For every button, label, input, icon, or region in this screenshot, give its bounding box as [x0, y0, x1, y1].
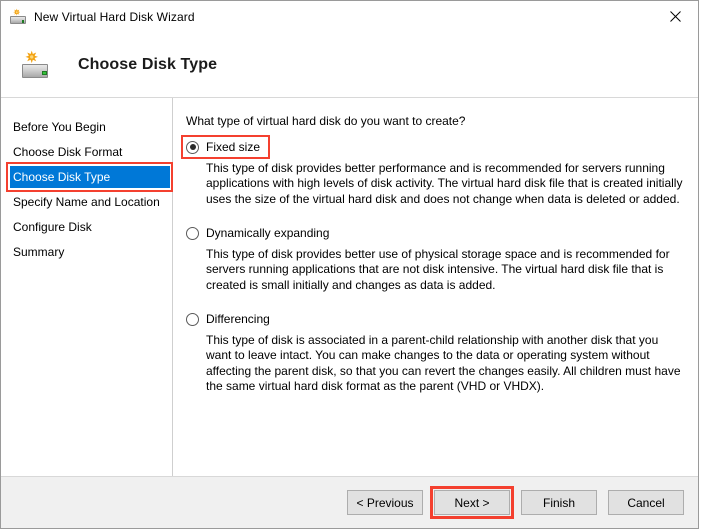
- sidebar-item-configure-disk[interactable]: Configure Disk: [1, 216, 172, 238]
- option-description: This type of disk provides better perfor…: [206, 160, 683, 206]
- page-header: Choose Disk Type: [1, 32, 698, 98]
- sidebar-item-specify-name-and-location[interactable]: Specify Name and Location: [1, 191, 172, 213]
- option-description: This type of disk is associated in a par…: [206, 332, 681, 394]
- page-title: Choose Disk Type: [78, 55, 218, 73]
- hard-disk-new-icon: [9, 8, 27, 26]
- sidebar-item-label: Specify Name and Location: [13, 195, 160, 209]
- sparkle-icon: [12, 8, 21, 16]
- sidebar-item-before-you-begin[interactable]: Before You Begin: [1, 116, 172, 138]
- option-description: This type of disk provides better use of…: [206, 246, 670, 292]
- button-bar: < Previous Next > Finish Cancel: [1, 476, 698, 528]
- sidebar-item-label: Before You Begin: [13, 120, 106, 134]
- radio-button-icon: [186, 226, 199, 240]
- window-title: New Virtual Hard Disk Wizard: [34, 9, 195, 24]
- radio-dynamically-expanding[interactable]: Dynamically expanding: [186, 225, 332, 241]
- button-label: Cancel: [627, 495, 665, 510]
- sparkle-icon: [25, 50, 39, 64]
- button-label: < Previous: [356, 495, 414, 510]
- sidebar-item-label: Summary: [13, 245, 65, 259]
- sidebar-item-label: Choose Disk Format: [13, 145, 123, 159]
- button-label: Finish: [542, 495, 575, 510]
- wizard-step-nav: Before You Begin Choose Disk Format Choo…: [1, 98, 173, 476]
- radio-fixed-size[interactable]: Fixed size: [180, 135, 271, 159]
- content-panel: What type of virtual hard disk do you wa…: [173, 98, 698, 476]
- option-label: Differencing: [206, 312, 270, 326]
- sidebar-item-label: Choose Disk Type: [13, 170, 111, 184]
- title-bar: New Virtual Hard Disk Wizard: [1, 1, 698, 32]
- option-label: Dynamically expanding: [206, 226, 330, 240]
- radio-button-icon: [186, 312, 199, 326]
- button-label: Next >: [454, 495, 490, 510]
- disk-led-icon: [41, 71, 47, 76]
- wizard-window: New Virtual Hard Disk Wizard Choose Disk…: [0, 0, 699, 529]
- previous-button[interactable]: < Previous: [347, 490, 423, 515]
- sidebar-item-choose-disk-format[interactable]: Choose Disk Format: [1, 141, 172, 163]
- close-button[interactable]: [653, 1, 698, 31]
- question-text: What type of virtual hard disk do you wa…: [186, 114, 466, 128]
- header-hard-disk-new-icon: [19, 50, 51, 80]
- disk-type-option-fixed-size: Fixed size This type of disk provides be…: [180, 135, 684, 207]
- finish-button[interactable]: Finish: [521, 490, 597, 515]
- sidebar-item-choose-disk-type[interactable]: Choose Disk Type: [6, 162, 173, 192]
- disk-type-option-dynamically-expanding: Dynamically expanding This type of disk …: [186, 225, 684, 293]
- close-icon: [670, 10, 681, 22]
- disk-led-icon: [21, 20, 25, 23]
- radio-button-icon: [186, 140, 199, 154]
- radio-differencing[interactable]: Differencing: [186, 311, 273, 327]
- cancel-button[interactable]: Cancel: [608, 490, 684, 515]
- sidebar-item-summary[interactable]: Summary: [1, 241, 172, 263]
- body-area: Before You Begin Choose Disk Format Choo…: [1, 98, 698, 476]
- next-button[interactable]: Next >: [430, 486, 514, 519]
- sidebar-item-label: Configure Disk: [13, 220, 92, 234]
- option-label: Fixed size: [206, 140, 261, 154]
- disk-type-option-differencing: Differencing This type of disk is associ…: [186, 311, 684, 395]
